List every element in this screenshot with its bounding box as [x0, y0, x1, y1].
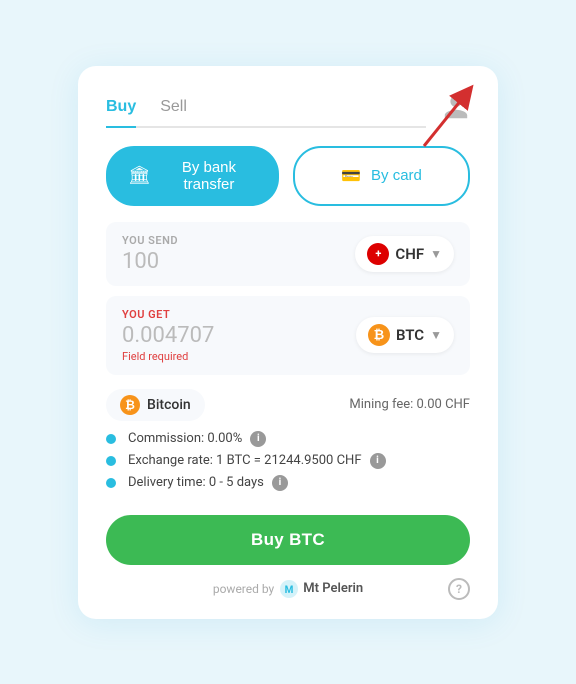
get-currency-selector[interactable]: ₿ BTC ▼ — [356, 317, 454, 353]
bank-icon: 🏛 — [128, 165, 151, 186]
card-icon: 💳 — [341, 166, 361, 186]
main-card: Buy Sell 🏛 By bank transfer 💳 By card YO… — [78, 66, 498, 619]
bank-transfer-button[interactable]: 🏛 By bank transfer — [106, 146, 279, 206]
powered-by: powered by M Mt Pelerin — [213, 579, 363, 599]
get-label: YOU GET — [122, 308, 214, 321]
help-button[interactable]: ? — [448, 578, 470, 600]
btc-flag: ₿ — [368, 324, 390, 346]
send-currency-selector[interactable]: + CHF ▼ — [355, 236, 454, 272]
get-row: YOU GET 0.004707 Field required ₿ BTC ▼ — [106, 296, 470, 375]
exchange-rate-info-icon[interactable]: i — [370, 453, 386, 469]
field-required-text: Field required — [122, 350, 214, 363]
bitcoin-badge: ₿ Bitcoin — [106, 389, 205, 421]
mt-pelerin-logo: M Mt Pelerin — [279, 579, 363, 599]
get-field: YOU GET 0.004707 Field required — [122, 308, 214, 363]
footer: powered by M Mt Pelerin ? — [106, 579, 470, 599]
buy-btc-button[interactable]: Buy BTC — [106, 515, 470, 565]
user-icon — [442, 93, 470, 121]
payment-methods: 🏛 By bank transfer 💳 By card — [106, 146, 470, 206]
exchange-rate-item: Exchange rate: 1 BTC = 21244.9500 CHF i — [106, 453, 470, 469]
get-value[interactable]: 0.004707 — [122, 323, 214, 348]
card-button[interactable]: 💳 By card — [293, 146, 470, 206]
exchange-rate-text: Exchange rate: 1 BTC = 21244.9500 CHF — [128, 453, 362, 468]
brand-name: Mt Pelerin — [303, 581, 363, 596]
user-icon-button[interactable] — [442, 93, 470, 125]
delivery-time-item: Delivery time: 0 - 5 days i — [106, 475, 470, 491]
details-section: Commission: 0.00% i Exchange rate: 1 BTC… — [106, 431, 470, 491]
powered-by-text: powered by — [213, 582, 274, 596]
card-label: By card — [371, 167, 422, 184]
detail-dot-3 — [106, 478, 116, 488]
commission-info-icon[interactable]: i — [250, 431, 266, 447]
send-label: YOU SEND — [122, 234, 178, 247]
commission-item: Commission: 0.00% i — [106, 431, 470, 447]
mining-fee-text: Mining fee: 0.00 CHF — [349, 397, 470, 412]
commission-text: Commission: 0.00% — [128, 431, 242, 446]
tab-sell[interactable]: Sell — [160, 90, 187, 128]
send-currency: CHF — [395, 245, 424, 263]
tab-buy[interactable]: Buy — [106, 90, 136, 128]
header: Buy Sell — [106, 90, 470, 128]
delivery-time-text: Delivery time: 0 - 5 days — [128, 475, 264, 490]
chevron-down-icon: ▼ — [430, 247, 442, 261]
bank-transfer-label: By bank transfer — [161, 159, 257, 193]
delivery-time-info-icon[interactable]: i — [272, 475, 288, 491]
get-currency: BTC — [396, 326, 424, 344]
detail-dot-2 — [106, 456, 116, 466]
send-value[interactable]: 100 — [122, 249, 178, 274]
bitcoin-icon: ₿ — [120, 395, 140, 415]
bitcoin-info-row: ₿ Bitcoin Mining fee: 0.00 CHF — [106, 389, 470, 421]
chevron-down-icon-btc: ▼ — [430, 328, 442, 342]
tab-bar: Buy Sell — [106, 90, 426, 128]
pelerin-icon: M — [279, 579, 299, 599]
bitcoin-label: Bitcoin — [147, 397, 191, 413]
chf-flag: + — [367, 243, 389, 265]
send-field: YOU SEND 100 — [122, 234, 178, 274]
svg-text:M: M — [285, 585, 294, 596]
detail-dot-1 — [106, 434, 116, 444]
send-row: YOU SEND 100 + CHF ▼ — [106, 222, 470, 286]
